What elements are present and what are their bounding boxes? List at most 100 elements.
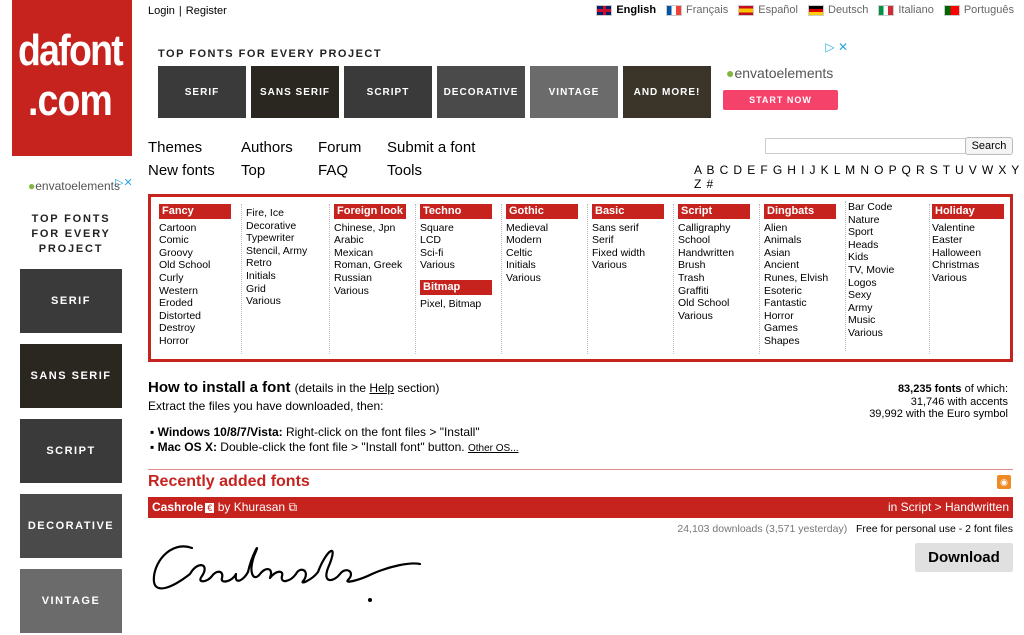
category-item[interactable]: Handwritten [678, 247, 759, 260]
category-item[interactable]: Easter [932, 234, 1011, 247]
left-tile-serif[interactable]: SERIF [20, 269, 122, 333]
category-item[interactable]: Fire, Ice [246, 207, 329, 220]
category-item[interactable]: Kids [848, 251, 929, 264]
category-item[interactable]: Heads [848, 239, 929, 252]
dafont-logo[interactable]: dafont .com [12, 0, 132, 156]
category-item[interactable]: Stencil, Army [246, 245, 329, 258]
language-spanish[interactable]: Español [738, 4, 798, 16]
category-item[interactable]: Western [159, 285, 241, 298]
category-item[interactable]: Sans serif [592, 222, 673, 235]
category-item[interactable]: Curly [159, 272, 241, 285]
category-head[interactable]: Techno [420, 204, 492, 219]
nav-themes[interactable]: Themes [148, 139, 202, 156]
category-item[interactable]: Medieval [506, 222, 587, 235]
category-item[interactable]: Runes, Elvish [764, 272, 845, 285]
nav-faq[interactable]: FAQ [318, 162, 348, 179]
category-head[interactable]: Fancy [159, 204, 231, 219]
category-item[interactable]: Various [592, 259, 673, 272]
category-item[interactable]: Various [506, 272, 587, 285]
category-item[interactable]: Square [420, 222, 501, 235]
category-item[interactable]: Various [678, 310, 759, 323]
font-name-link[interactable]: Cashrole [152, 500, 203, 514]
category-item[interactable]: LCD [420, 234, 501, 247]
category-item[interactable]: Initials [246, 270, 329, 283]
language-portuguese[interactable]: Português [943, 4, 1014, 16]
category-item[interactable]: Roman, Greek [334, 259, 415, 272]
category-head[interactable]: Dingbats [764, 204, 836, 219]
category-item[interactable]: Halloween [932, 247, 1011, 260]
ad-close-icon[interactable]: ▷ ✕ [825, 40, 848, 54]
category-head-bitmap[interactable]: Bitmap [420, 279, 492, 295]
category-item[interactable]: Brush [678, 259, 759, 272]
register-link[interactable]: Register [186, 5, 227, 17]
category-item[interactable]: Mexican [334, 247, 415, 260]
font-preview[interactable] [150, 530, 430, 610]
category-item[interactable]: Celtic [506, 247, 587, 260]
category-item[interactable]: Ancient [764, 259, 845, 272]
category-item[interactable]: Bar Code [848, 201, 929, 214]
font-author[interactable]: by Khurasan [214, 500, 285, 514]
category-item[interactable]: Serif [592, 234, 673, 247]
category-head[interactable]: Gothic [506, 204, 578, 219]
start-now-button[interactable]: START NOW [723, 90, 838, 110]
category-head[interactable]: Basic [592, 204, 664, 219]
category-item[interactable]: Sci-fi [420, 247, 501, 260]
category-item[interactable]: Pixel, Bitmap [420, 298, 501, 311]
category-item[interactable]: Cartoon [159, 222, 241, 235]
ad-tile-and-more[interactable]: AND MORE! [623, 66, 711, 118]
category-item[interactable]: Esoteric [764, 285, 845, 298]
category-item[interactable]: TV, Movie [848, 264, 929, 277]
rss-icon[interactable]: ◉ [997, 475, 1011, 489]
category-item[interactable]: Various [334, 285, 415, 298]
other-os-link[interactable]: Other OS... [468, 443, 519, 454]
category-item[interactable]: Sport [848, 226, 929, 239]
language-italian[interactable]: Italiano [878, 4, 934, 16]
category-item[interactable]: Distorted [159, 310, 241, 323]
language-german[interactable]: Deutsch [808, 4, 868, 16]
search-button[interactable]: Search [965, 137, 1013, 155]
category-item[interactable]: Russian [334, 272, 415, 285]
category-item[interactable]: Fantastic [764, 297, 845, 310]
category-item[interactable]: Animals [764, 234, 845, 247]
category-item[interactable]: Decorative [246, 220, 329, 233]
category-item[interactable]: Asian [764, 247, 845, 260]
download-button[interactable]: Download [915, 543, 1013, 572]
category-item[interactable]: School [678, 234, 759, 247]
category-item[interactable]: Various [246, 295, 329, 308]
category-item[interactable]: Horror [159, 335, 241, 348]
category-item[interactable]: Initials [506, 259, 587, 272]
category-item[interactable]: Nature [848, 214, 929, 227]
left-tile-script[interactable]: SCRIPT [20, 419, 122, 483]
category-head[interactable]: Holiday [932, 204, 1004, 219]
language-english[interactable]: English [596, 4, 656, 16]
help-link[interactable]: Help [369, 381, 394, 395]
left-tile-sans-serif[interactable]: SANS SERIF [20, 344, 122, 408]
category-item[interactable]: Sexy [848, 289, 929, 302]
category-item[interactable]: Retro [246, 257, 329, 270]
category-item[interactable]: Destroy [159, 322, 241, 335]
category-item[interactable]: Trash [678, 272, 759, 285]
category-item[interactable]: Chinese, Jpn [334, 222, 415, 235]
category-item[interactable]: Christmas [932, 259, 1011, 272]
category-item[interactable]: Grid [246, 283, 329, 296]
category-item[interactable]: Games [764, 322, 845, 335]
ad-tile-decorative[interactable]: DECORATIVE [437, 66, 525, 118]
category-item[interactable]: Old School [159, 259, 241, 272]
category-item[interactable]: Modern [506, 234, 587, 247]
nav-top[interactable]: Top [241, 162, 265, 179]
category-item[interactable]: Old School [678, 297, 759, 310]
category-head[interactable]: Script [678, 204, 750, 219]
search-input[interactable] [765, 138, 986, 154]
nav-submit[interactable]: Submit a font [387, 139, 475, 156]
font-category[interactable]: in Script > Handwritten [888, 500, 1009, 514]
left-tile-vintage[interactable]: VINTAGE [20, 569, 122, 633]
category-item[interactable]: Music [848, 314, 929, 327]
category-item[interactable]: Various [420, 259, 501, 272]
category-item[interactable]: Various [932, 272, 1011, 285]
login-link[interactable]: Login [148, 5, 175, 17]
language-french[interactable]: Français [666, 4, 728, 16]
left-tile-decorative[interactable]: DECORATIVE [20, 494, 122, 558]
category-item[interactable]: Army [848, 302, 929, 315]
category-item[interactable]: Arabic [334, 234, 415, 247]
category-item[interactable]: Various [848, 327, 929, 340]
